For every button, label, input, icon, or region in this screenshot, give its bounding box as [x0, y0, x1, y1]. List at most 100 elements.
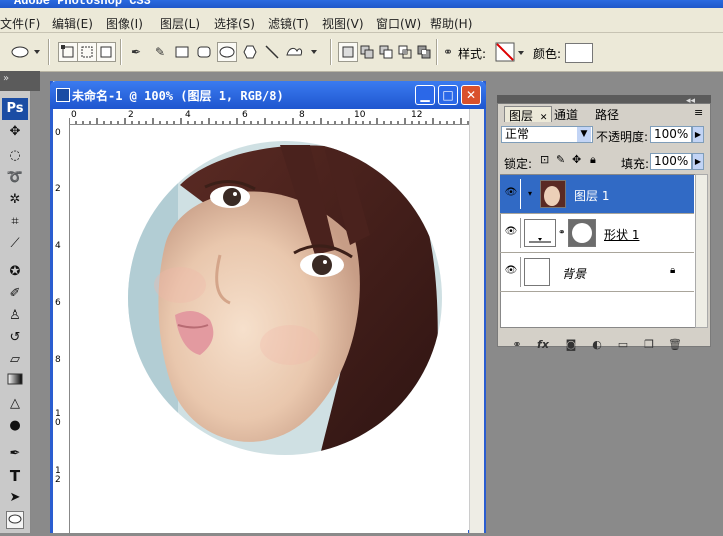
magic-wand-tool[interactable]: ✲ [6, 191, 24, 209]
ellipse-tool-button[interactable] [217, 42, 237, 62]
tab-layers[interactable]: 图层 ✕ [504, 106, 553, 123]
tool-preset-picker[interactable] [10, 42, 40, 62]
lock-all-icon[interactable]: 🔒︎ [590, 153, 596, 167]
app-title-bar: Adobe Photoshop CS3 [0, 0, 723, 8]
ruler-label: 1 2 [55, 466, 61, 485]
lock-pixels-icon[interactable]: ✎ [556, 153, 565, 166]
line-tool-button[interactable] [262, 42, 282, 62]
eraser-tool[interactable]: ▱ [6, 351, 24, 369]
menu-help[interactable]: 帮助(H) [430, 15, 472, 32]
layer-style-icon[interactable]: fx [536, 338, 550, 352]
new-area-icon [342, 46, 354, 58]
pen-tool[interactable]: ✒ [6, 445, 24, 463]
elliptical-marquee-icon: ◌ [9, 148, 21, 163]
blur-tool[interactable]: △ [6, 395, 24, 413]
close-icon[interactable]: ✕ [540, 113, 548, 123]
opacity-slider-button[interactable]: ▶ [692, 126, 704, 143]
add-shape-area-button[interactable] [357, 42, 377, 62]
link-icon[interactable]: ⚭ [558, 228, 566, 238]
menu-image[interactable]: 图像(I) [106, 15, 143, 32]
menu-filter[interactable]: 滤镜(T) [268, 15, 309, 32]
type-tool[interactable]: T [6, 467, 24, 485]
lock-position-icon[interactable]: ✥ [572, 153, 581, 166]
menu-edit[interactable]: 编辑(E) [52, 15, 93, 32]
dodge-tool[interactable]: ● [6, 417, 24, 435]
eye-icon[interactable]: 👁︎ [504, 226, 518, 238]
pen-tool-button[interactable]: ✒ [126, 42, 146, 62]
ruler-ticks [69, 118, 469, 124]
layer-row-background[interactable]: 👁︎ 背景 🔒︎ [500, 253, 694, 292]
rectangle-tool-button[interactable] [172, 42, 192, 62]
document-title-bar[interactable]: 未命名-1 @ 100% (图层 1, RGB/8) ▁ □ ✕ [50, 81, 486, 109]
crop-tool[interactable]: ⌗ [6, 213, 24, 231]
eye-icon[interactable]: 👁︎ [504, 265, 518, 277]
healing-tool[interactable]: ✪ [6, 263, 24, 281]
freeform-pen-button[interactable]: ✎ [150, 42, 170, 62]
link-layers-icon[interactable]: ⚭ [510, 338, 524, 352]
subtract-area-icon [379, 45, 393, 59]
lasso-tool[interactable]: ➰ [6, 169, 24, 187]
link-style-button[interactable]: ⚭ [441, 42, 455, 62]
polygon-tool-button[interactable] [240, 42, 260, 62]
menu-view[interactable]: 视图(V) [322, 15, 364, 32]
marquee-tool[interactable]: ◌ [6, 147, 24, 165]
tab-channels[interactable]: 通道 [550, 106, 582, 122]
adjustment-layer-icon[interactable]: ◐ [590, 338, 604, 352]
document-canvas[interactable] [70, 125, 468, 533]
exclude-shape-area-button[interactable] [414, 42, 434, 62]
fill-input[interactable]: 100% [650, 153, 692, 170]
new-group-icon[interactable]: ▭ [616, 338, 630, 352]
lock-transparent-icon[interactable]: ⊡ [540, 153, 549, 166]
paths-icon [81, 46, 93, 58]
brush-tool[interactable]: ✐ [6, 285, 24, 303]
new-layer-icon[interactable]: ❐ [642, 338, 656, 352]
stamp-icon: ♙ [9, 308, 21, 323]
opacity-input[interactable]: 100% [650, 126, 692, 143]
layer-list-scrollbar[interactable] [695, 174, 708, 328]
clone-stamp-tool[interactable]: ♙ [6, 307, 24, 325]
eye-icon[interactable]: 👁︎ [504, 187, 518, 199]
rounded-rectangle-tool-button[interactable] [194, 42, 214, 62]
shape-layers-icon [61, 45, 74, 58]
custom-shape-tool-button[interactable] [284, 42, 320, 62]
fill-pixels-button[interactable] [96, 42, 116, 62]
path-selection-tool[interactable]: ➤ [6, 489, 24, 507]
separator [330, 39, 332, 65]
healing-brush-icon: ✪ [9, 264, 21, 279]
tab-paths[interactable]: 路径 [591, 106, 623, 122]
intersect-shape-area-button[interactable] [395, 42, 415, 62]
blend-mode-select[interactable]: 正常 ▼ [501, 126, 593, 143]
layer-row-shape1[interactable]: 👁︎ ⚭ 形状 1 [500, 214, 694, 253]
layers-panel: 图层 ✕ 通道 路径 ≡ 正常 ▼ 不透明度: 100% ▶ 锁定: ⊡ ✎ ✥… [497, 103, 711, 351]
layers-panel-header[interactable] [497, 95, 711, 103]
menu-window[interactable]: 窗口(W) [376, 15, 421, 32]
move-tool[interactable]: ✥ [6, 123, 24, 141]
close-button[interactable]: ✕ [461, 85, 481, 105]
vertical-scrollbar[interactable] [469, 109, 484, 533]
layer-row-layer1[interactable]: 👁︎ ▾ 图层 1 [500, 175, 694, 214]
style-picker[interactable] [495, 41, 525, 63]
subtract-shape-area-button[interactable] [376, 42, 396, 62]
fill-slider-button[interactable]: ▶ [692, 153, 704, 170]
color-swatch[interactable] [565, 43, 593, 63]
crop-icon: ⌗ [11, 214, 19, 229]
menu-file[interactable]: 文件(F) [0, 15, 40, 32]
maximize-button[interactable]: □ [438, 85, 458, 105]
toolbox-header[interactable]: » [0, 71, 40, 91]
panel-menu-icon[interactable]: ≡ [694, 106, 703, 119]
eyedropper-tool[interactable]: ⟋ [6, 235, 24, 253]
shape-tool[interactable] [6, 511, 24, 529]
layer-mask-icon[interactable]: ◙ [564, 338, 578, 352]
delete-layer-icon[interactable]: 🗑︎ [668, 338, 682, 352]
gradient-tool[interactable] [6, 373, 24, 391]
minimize-button[interactable]: ▁ [415, 85, 435, 105]
history-brush-tool[interactable]: ↺ [6, 329, 24, 347]
freeform-pen-icon: ✎ [154, 45, 166, 59]
layer-name: 形状 1 [604, 228, 640, 242]
rounded-rectangle-icon [197, 46, 211, 58]
menu-select[interactable]: 选择(S) [214, 15, 255, 32]
menu-layer[interactable]: 图层(L) [160, 15, 200, 32]
new-shape-area-button[interactable] [338, 42, 358, 62]
shape-layers-button[interactable] [58, 42, 78, 62]
paths-button[interactable] [77, 42, 97, 62]
